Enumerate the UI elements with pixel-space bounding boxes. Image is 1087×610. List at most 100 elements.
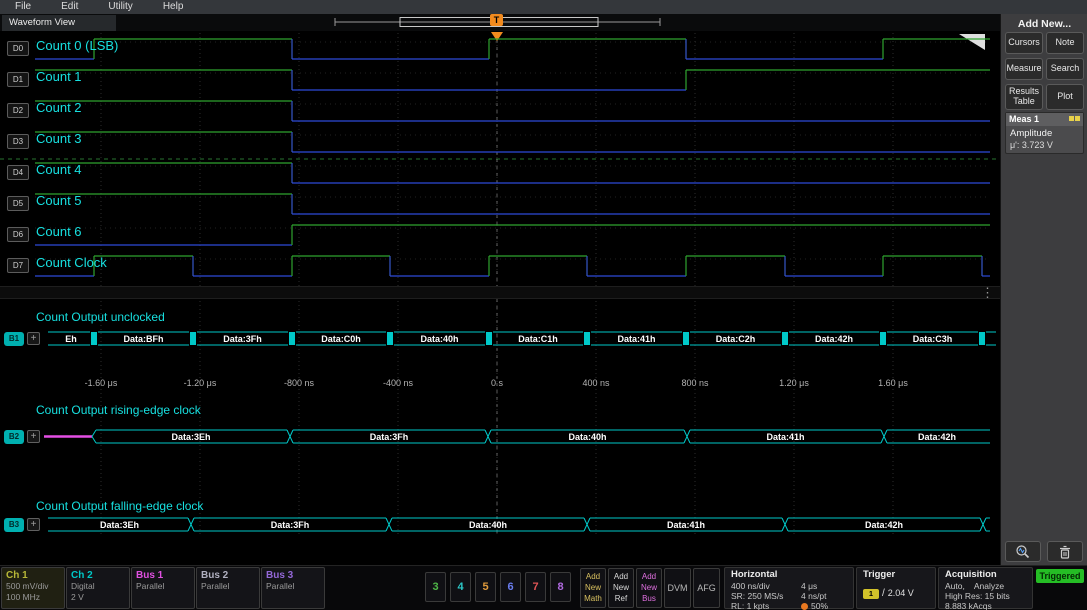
- digital-channel-row: D3Count 3: [0, 126, 1000, 157]
- meas-badge[interactable]: Meas 1 Amplitude μ': 3.723 V: [1005, 112, 1084, 154]
- bus-value-label: Data:3Fh: [223, 334, 262, 344]
- time-axis-label: -1.20 μs: [184, 378, 217, 388]
- bus-value-label: Data:3Eh: [100, 520, 139, 530]
- bus-transition-icon: [782, 332, 788, 345]
- acquisition-title: Acquisition: [939, 568, 1032, 581]
- channel-badge-name: Ch 2: [71, 570, 125, 581]
- digital-channel-row: D1Count 1: [0, 64, 1000, 95]
- trigger-source-badge: 1: [863, 589, 879, 599]
- bus-badge-B3[interactable]: B3: [4, 518, 24, 532]
- channel-3-button[interactable]: 3: [425, 572, 446, 602]
- channel-8-button[interactable]: 8: [550, 572, 571, 602]
- bus-expand-button-B1[interactable]: +: [27, 332, 40, 345]
- channel-badge-bus-1[interactable]: Bus 1Parallel: [131, 567, 195, 609]
- channel-badge-bus-3[interactable]: Bus 3Parallel: [261, 567, 325, 609]
- add-new-search-button[interactable]: Search: [1046, 58, 1084, 80]
- bus-badge-B1[interactable]: B1: [4, 332, 24, 346]
- add-new-ref-button[interactable]: AddNewRef: [608, 568, 634, 608]
- channel-badge-name: Bus 3: [266, 570, 320, 581]
- bus-value-label: Data:41h: [617, 334, 655, 344]
- menu-item-help[interactable]: Help: [148, 0, 199, 14]
- meas-type: Amplitude: [1010, 128, 1079, 140]
- add-new-measure-button[interactable]: Measure: [1005, 58, 1043, 80]
- zoom-button[interactable]: [1005, 541, 1041, 562]
- channel-badge-ch-2[interactable]: Ch 2Digital2 V: [66, 567, 130, 609]
- trash-button[interactable]: [1047, 541, 1083, 562]
- add-new-results-table-button[interactable]: Results Table: [1005, 84, 1043, 110]
- bus-badge-B2[interactable]: B2: [4, 430, 24, 444]
- channel-badge-name: Bus 2: [201, 570, 255, 581]
- bus-expand-button-B3[interactable]: +: [27, 518, 40, 531]
- afg-button[interactable]: AFG: [693, 568, 720, 608]
- meas-display-indicator-icon: [1069, 116, 1080, 121]
- add-new-plot-button[interactable]: Plot: [1046, 84, 1084, 110]
- channel-badge-bus-2[interactable]: Bus 2Parallel: [196, 567, 260, 609]
- channel-badge-name: Bus 1: [136, 570, 190, 581]
- bus-value-label: Data:3Eh: [171, 432, 210, 442]
- bus-value-label: Data:C0h: [321, 334, 361, 344]
- add-new-note-button[interactable]: Note: [1046, 32, 1084, 54]
- digital-label-D2: Count 2: [36, 100, 82, 115]
- channel-badge-ch-1[interactable]: Ch 1500 mV/div100 MHz: [1, 567, 65, 609]
- bus-value-label: Data:42h: [918, 432, 956, 442]
- dvm-button[interactable]: DVM: [664, 568, 691, 608]
- trigger-position-marker[interactable]: T: [490, 14, 503, 26]
- settings-bar: Ch 1500 mV/div100 MHzCh 2Digital2 VBus 1…: [0, 565, 1087, 610]
- channel-4-button[interactable]: 4: [450, 572, 471, 602]
- trigger-slope-icon: /: [882, 588, 885, 599]
- channel-7-button[interactable]: 7: [525, 572, 546, 602]
- channel-badge-detail: 500 mV/div: [6, 581, 60, 592]
- channel-6-button[interactable]: 6: [500, 572, 521, 602]
- add-new-bus-button[interactable]: AddNewBus: [636, 568, 662, 608]
- acquisition-mode: Auto, Analyze: [945, 581, 1004, 591]
- digital-channel-row: D5 Count 5: [0, 188, 1000, 219]
- bus-transition-icon: [683, 332, 689, 345]
- menu-item-utility[interactable]: Utility: [93, 0, 147, 14]
- channel-badge-detail: Parallel: [136, 581, 190, 592]
- horizontal-title: Horizontal: [725, 568, 853, 581]
- digital-channel-row: D0Count 0 (LSB): [0, 33, 1000, 64]
- menu-item-edit[interactable]: Edit: [46, 0, 93, 14]
- digital-badge-D2[interactable]: D2: [7, 103, 29, 118]
- trigger-settings[interactable]: Trigger 1/2.04 V: [856, 567, 936, 609]
- digital-badge-D3[interactable]: D3: [7, 134, 29, 149]
- digital-badge-D0[interactable]: D0: [7, 41, 29, 56]
- digital-badge-D5[interactable]: D5: [7, 196, 29, 211]
- splitter-handle-icon: ⋮: [981, 285, 994, 301]
- channel-5-button[interactable]: 5: [475, 572, 496, 602]
- waveform-display[interactable]: Eh Data:BFh Data:3Fh Data:C0h Data:40h Data:C…: [0, 31, 1000, 565]
- bus-value-label: Data:40h: [568, 432, 606, 442]
- trigger-level-value: 2.04 V: [888, 588, 914, 598]
- digital-channel-row: D6 Count 6: [0, 219, 1000, 250]
- bus-transition-icon: [979, 332, 985, 345]
- digital-badge-D6[interactable]: D6: [7, 227, 29, 242]
- bus-value-label: Eh: [65, 334, 77, 344]
- bus-value-label: Data:C1h: [518, 334, 558, 344]
- menu-item-file[interactable]: File: [0, 0, 46, 14]
- section-splitter[interactable]: ⋮: [0, 286, 1000, 299]
- time-axis-label: 1.20 μs: [779, 378, 809, 388]
- digital-badge-D4[interactable]: D4: [7, 165, 29, 180]
- digital-badge-D1[interactable]: D1: [7, 72, 29, 87]
- bus-expand-button-B2[interactable]: +: [27, 430, 40, 443]
- add-new-cursors-button[interactable]: Cursors: [1005, 32, 1043, 54]
- digital-label-D4: Count 4: [36, 162, 82, 177]
- horizontal-position-icon: [801, 603, 808, 610]
- digital-label-D5: Count 5: [36, 193, 82, 208]
- right-panel: Add New... CursorsNoteMeasureSearchResul…: [1000, 14, 1087, 565]
- digital-channel-row: D7Count Clock: [0, 250, 1000, 281]
- horizontal-value: RL: 1 kpts: [731, 601, 769, 610]
- bus-value-label: Data:BFh: [124, 334, 164, 344]
- digital-label-D6: Count 6: [36, 224, 82, 239]
- bus-transition-icon: [584, 332, 590, 345]
- acquisition-settings[interactable]: Acquisition Auto, Analyze High Res: 15 b…: [938, 567, 1033, 609]
- horizontal-settings[interactable]: Horizontal 400 ns/div4 μsSR: 250 MS/s4 n…: [724, 567, 854, 609]
- tab-waveform-view[interactable]: Waveform View: [2, 15, 116, 31]
- trash-icon: [1057, 544, 1073, 560]
- channel-badge-name: Ch 1: [6, 570, 60, 581]
- add-new-math-button[interactable]: AddNewMath: [580, 568, 606, 608]
- bus-value-label: Data:42h: [815, 334, 853, 344]
- bus-value-label: Data:C3h: [913, 334, 953, 344]
- time-axis-label: 800 ns: [681, 378, 708, 388]
- digital-badge-D7[interactable]: D7: [7, 258, 29, 273]
